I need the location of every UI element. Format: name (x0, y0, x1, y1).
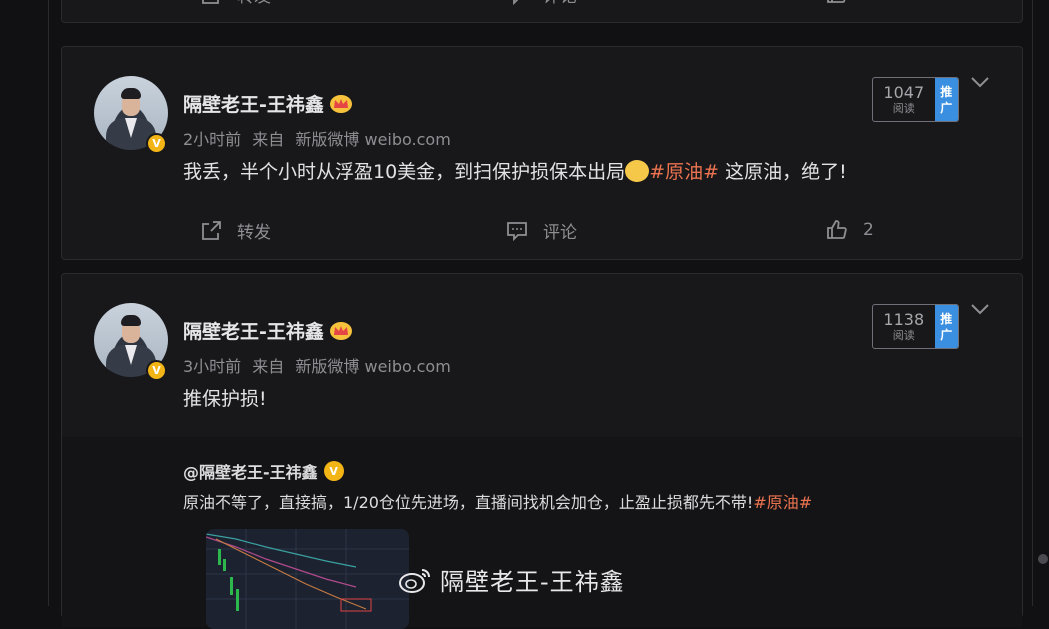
more-options-icon[interactable] (1038, 551, 1049, 567)
reposted-text: 原油不等了，直接搞，1/20仓位先进场，直播间找机会加仓，止盈止损都先不带!#原… (183, 493, 813, 512)
like-button[interactable]: 2 (825, 218, 874, 242)
repost-icon (202, 0, 219, 4)
comment-label: 评论 (543, 0, 577, 7)
verified-badge-icon: V (323, 461, 344, 481)
topic-tag[interactable]: #原油# (753, 493, 812, 512)
verified-badge-icon: V (146, 133, 167, 154)
comment-button[interactable]: 评论 (505, 0, 577, 7)
read-count-box: 1138 阅读 推 广 (872, 304, 959, 349)
read-count-box: 1047 阅读 推 广 (872, 77, 959, 122)
repost-icon (202, 220, 221, 240)
thumbs-up-icon (827, 0, 846, 3)
username-link[interactable]: 隔壁老王-王祎鑫 (183, 317, 352, 344)
read-label: 阅读 (892, 102, 915, 115)
comment-button[interactable]: 评论 (505, 218, 577, 243)
topic-tag[interactable]: #原油# (649, 161, 719, 183)
reposted-content[interactable]: @隔壁老王-王祎鑫 V 原油不等了，直接搞，1/20仓位先进场，直播间找机会加仓… (62, 437, 1022, 629)
repost-button[interactable]: 转发 (199, 218, 271, 243)
thumbs-up-icon (827, 220, 847, 239)
like-count: 2 (863, 0, 874, 4)
right-border (1032, 0, 1033, 606)
crown-icon (329, 94, 352, 113)
repost-label: 转发 (237, 0, 271, 7)
weibo-watermark: 隔壁老王-王祎鑫 (398, 562, 625, 597)
repost-label: 转发 (237, 223, 271, 243)
post-meta: 3小时前 来自 新版微博 weibo.com (183, 353, 457, 377)
comment-label: 评论 (543, 223, 577, 243)
post-source: 新版微博 weibo.com (295, 357, 451, 376)
post-text: 推保护损! (183, 388, 267, 410)
repost-button[interactable]: 转发 (199, 0, 271, 7)
read-count: 1047 (883, 83, 925, 102)
promote-button[interactable]: 推 广 (934, 78, 958, 121)
chart-image-thumbnail[interactable] (206, 529, 409, 629)
left-border (48, 0, 49, 606)
verified-badge-icon: V (146, 360, 167, 381)
chevron-down-icon[interactable] (970, 302, 990, 316)
crying-emoji-icon (625, 160, 650, 182)
post-text: 我丢，半个小时从浮盈10美金，到扫保护损保本出局 #原油# 这原油，绝了! (183, 160, 847, 183)
post-meta: 2小时前 来自 新版微博 weibo.com (183, 126, 457, 150)
crown-icon (329, 321, 352, 340)
source-prefix: 来自 (252, 357, 285, 376)
username-link[interactable]: 隔壁老王-王祎鑫 (183, 90, 352, 117)
weibo-logo-icon (399, 568, 430, 593)
source-prefix: 来自 (252, 130, 285, 149)
username[interactable]: 隔壁老王-王祎鑫 (183, 317, 324, 344)
chevron-down-icon[interactable] (970, 75, 990, 89)
previous-post-card: 转发 评论 2 (61, 0, 1023, 23)
like-count: 2 (863, 220, 874, 240)
reposted-username-link[interactable]: @隔壁老王-王祎鑫 V (183, 459, 344, 483)
post-card: V 隔壁老王-王祎鑫 2小时前 来自 新版微博 weibo.com 我丢，半个小… (61, 46, 1023, 260)
post-time[interactable]: 2小时前 (183, 130, 241, 149)
post-source: 新版微博 weibo.com (295, 130, 451, 149)
watermark-text: 隔壁老王-王祎鑫 (440, 568, 625, 596)
comment-icon (513, 0, 518, 5)
like-button[interactable]: 2 (825, 0, 874, 6)
read-label: 阅读 (892, 329, 915, 342)
reposted-username[interactable]: @隔壁老王-王祎鑫 (183, 459, 318, 483)
read-count: 1138 (883, 310, 925, 329)
username[interactable]: 隔壁老王-王祎鑫 (183, 90, 324, 117)
comment-icon (507, 221, 527, 241)
post-time[interactable]: 3小时前 (183, 357, 241, 376)
promote-button[interactable]: 推 广 (934, 305, 958, 348)
